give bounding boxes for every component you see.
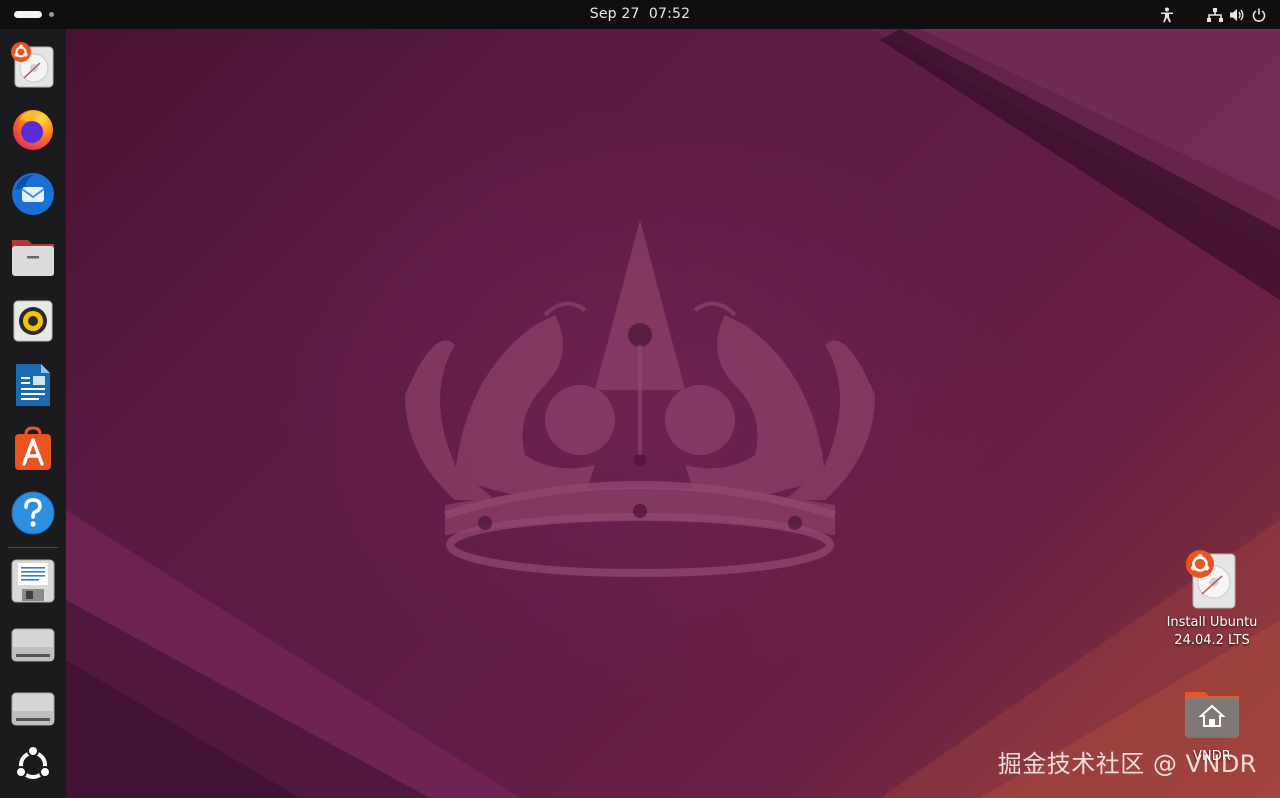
desktop-icon-label-version: 24.04.2 LTS [1174, 633, 1250, 648]
dock-item-files[interactable] [7, 231, 59, 283]
dock-separator [8, 547, 58, 548]
thunderbird-icon [12, 173, 54, 215]
top-bar: Sep 27 07:52 [0, 0, 1280, 29]
volume-icon[interactable] [1226, 4, 1248, 26]
desktop-wallpaper [0, 0, 1280, 798]
firefox-icon [13, 110, 53, 150]
installer-disk-icon [1182, 548, 1242, 610]
dock-item-rhythmbox[interactable] [7, 295, 59, 347]
writer-document-icon [16, 364, 50, 406]
dock-item-app-center[interactable] [7, 423, 59, 475]
dock [0, 29, 66, 798]
desktop-icon-install-ubuntu[interactable]: Install Ubuntu 24.04.2 LTS [1157, 548, 1267, 650]
accessibility-icon[interactable] [1156, 4, 1178, 26]
dock-item-drive-2[interactable] [7, 683, 59, 735]
crown-emblem-icon [405, 220, 875, 577]
dock-item-show-apps[interactable] [7, 739, 59, 791]
clock-button[interactable]: Sep 27 07:52 [0, 6, 1280, 22]
system-tray[interactable] [1156, 4, 1270, 26]
files-folder-icon [12, 240, 54, 276]
clock-date: Sep 27 [589, 6, 640, 22]
floppy-text-icon [11, 559, 55, 603]
watermark-text: 掘金技术社区 @ VNDR [997, 750, 1257, 778]
dock-item-libreoffice-writer[interactable] [7, 359, 59, 411]
installer-disk-icon [11, 42, 54, 88]
drive-icon [11, 692, 55, 726]
dock-item-firefox[interactable] [7, 103, 59, 155]
help-icon [11, 491, 55, 535]
desktop-icon-label: Install Ubuntu [1166, 615, 1258, 630]
drive-icon [11, 628, 55, 662]
app-center-icon [15, 426, 51, 470]
dock-item-thunderbird[interactable] [7, 167, 59, 219]
power-icon[interactable] [1248, 4, 1270, 26]
home-folder-icon [1182, 682, 1242, 744]
dock-item-drive-1[interactable] [7, 619, 59, 671]
dock-item-text-editor[interactable] [7, 555, 59, 607]
dock-item-help[interactable] [7, 487, 59, 539]
dock-item-install-ubuntu[interactable] [7, 39, 59, 91]
rhythmbox-speaker-icon [13, 300, 53, 342]
ubuntu-apps-grid-icon [15, 745, 51, 779]
network-wired-icon[interactable] [1204, 4, 1226, 26]
clock-time: 07:52 [648, 6, 691, 22]
